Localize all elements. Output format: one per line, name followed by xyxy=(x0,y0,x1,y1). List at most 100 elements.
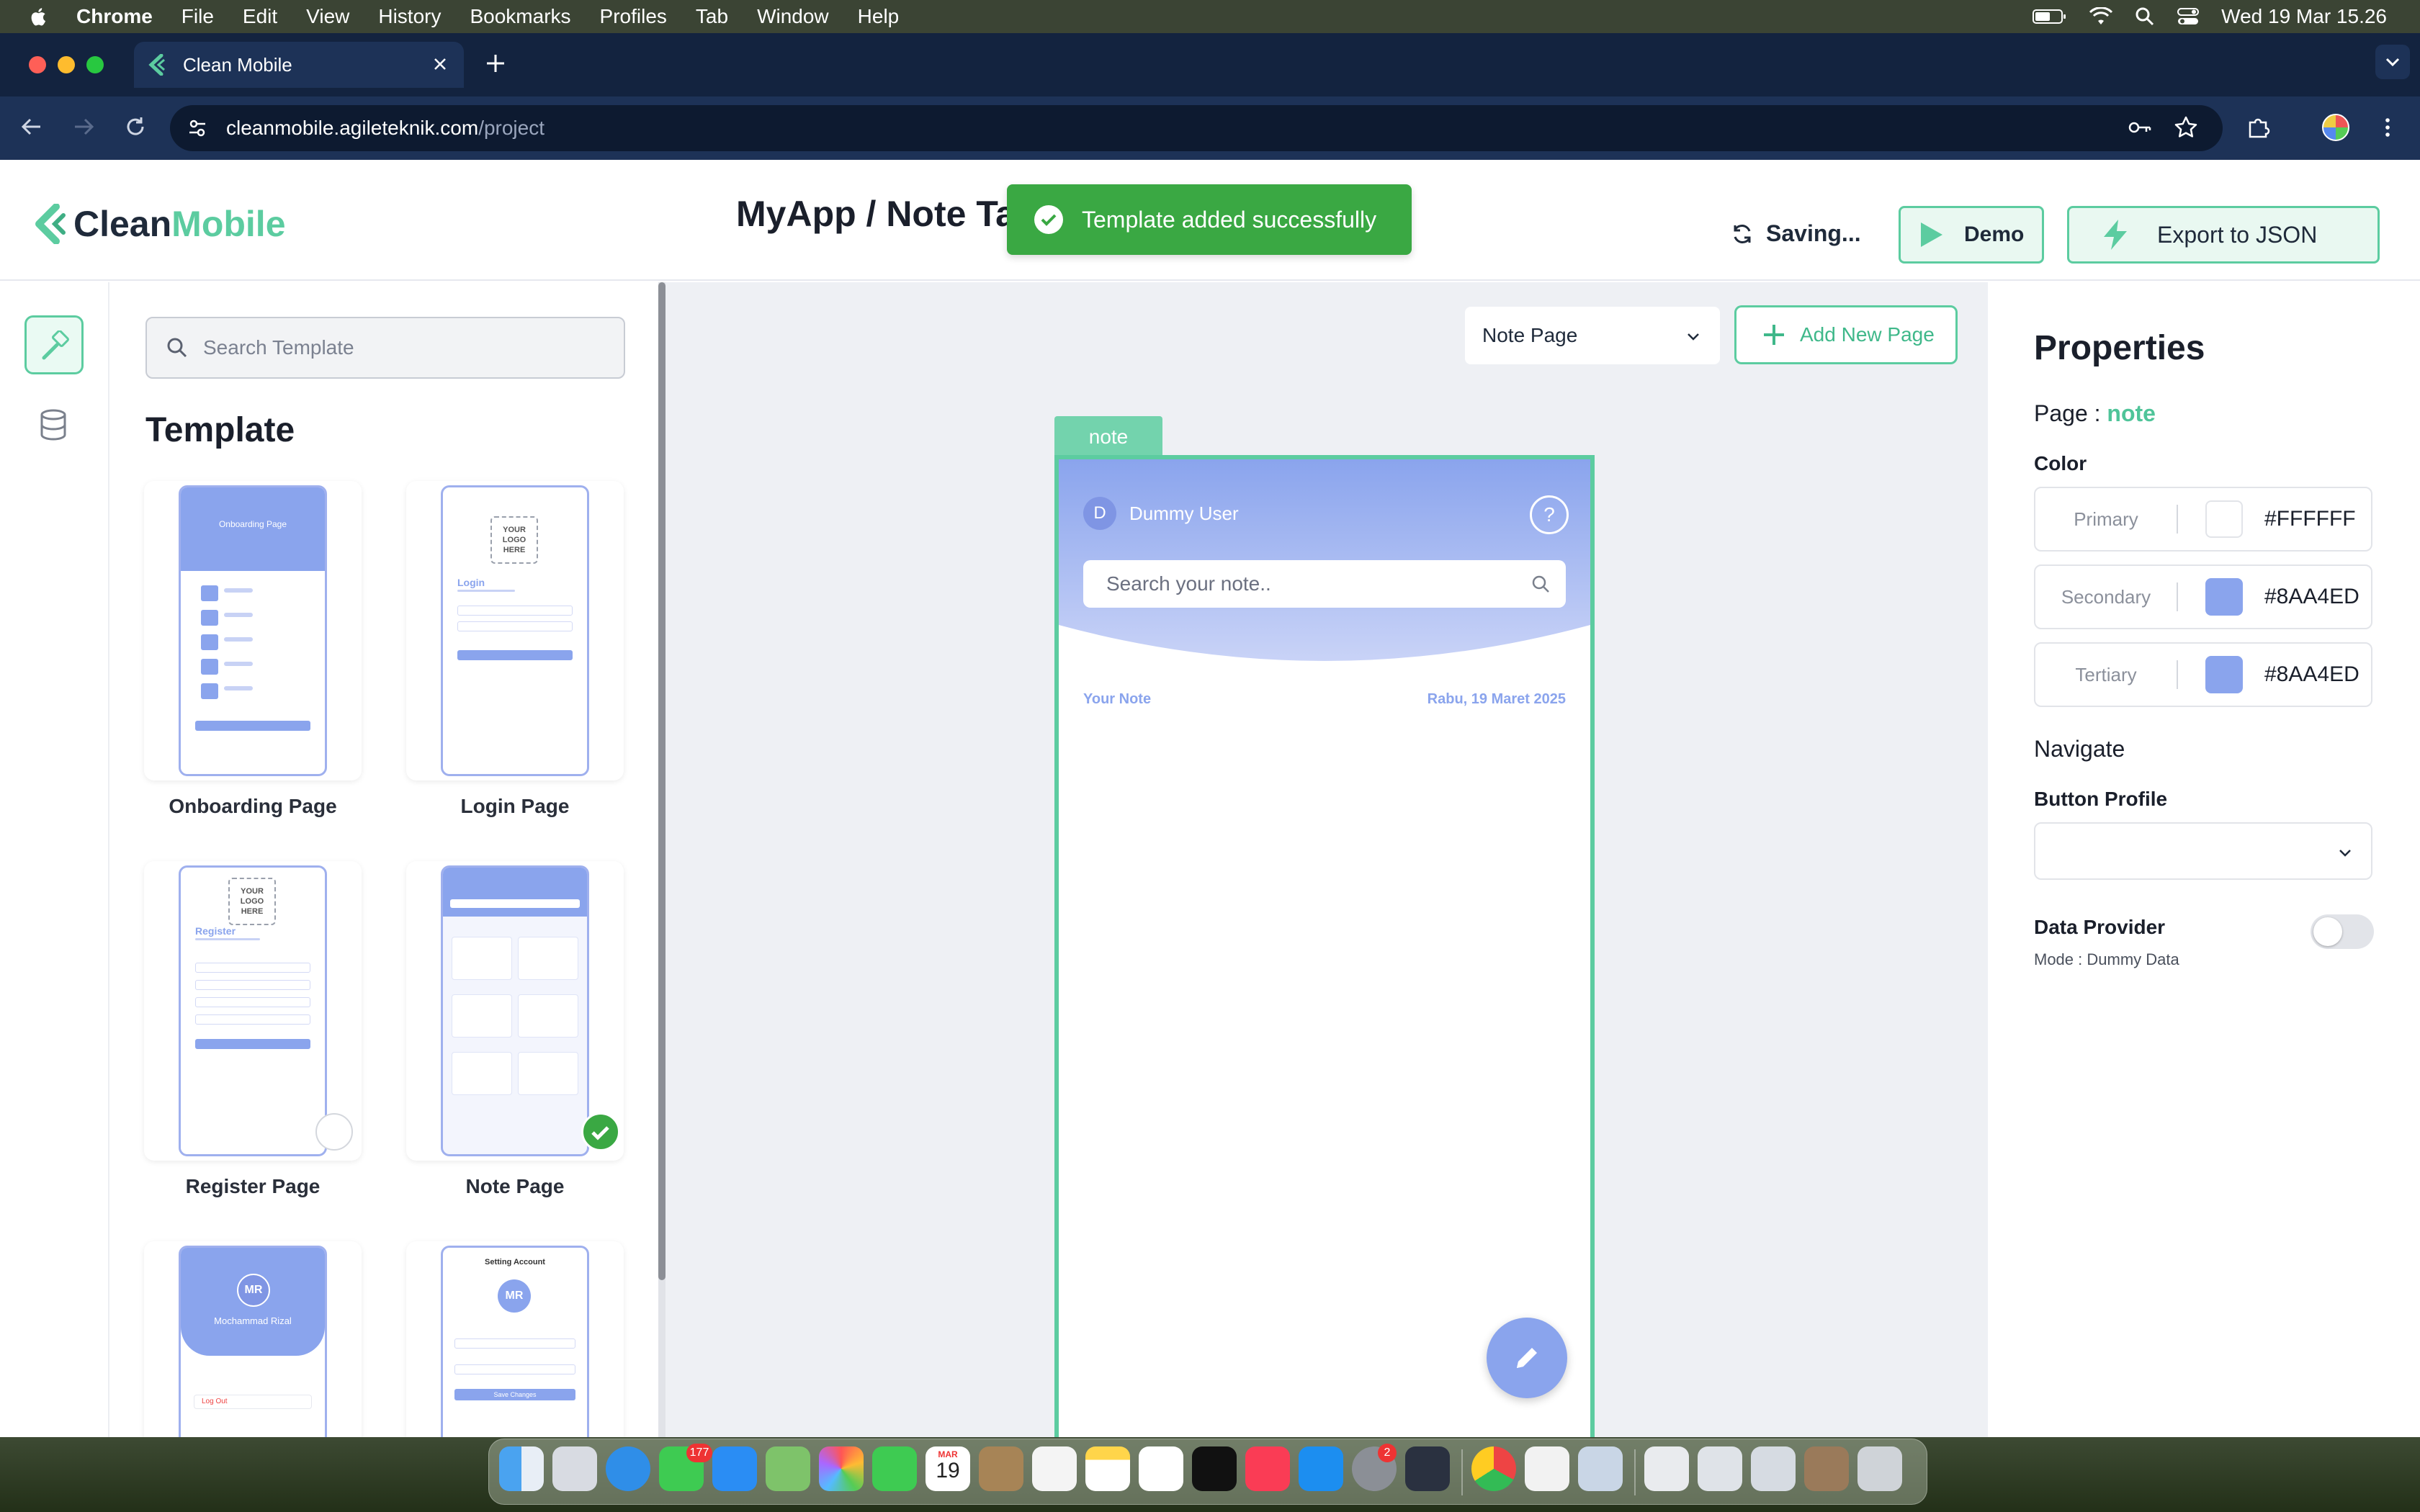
extensions-puzzle-icon[interactable] xyxy=(2244,114,2272,141)
menu-tab[interactable]: Tab xyxy=(696,5,728,28)
menu-app-chrome[interactable]: Chrome xyxy=(76,5,153,28)
template-card-login[interactable]: YOUR LOGO HERE Login Login Page xyxy=(406,481,624,817)
tab-search-button[interactable] xyxy=(2375,45,2410,79)
page-tag-note[interactable]: note xyxy=(1054,416,1162,458)
demo-button[interactable]: Demo xyxy=(1899,206,2044,264)
safari-icon[interactable] xyxy=(606,1446,650,1491)
messages-icon[interactable]: 177 xyxy=(659,1444,712,1491)
color-hex[interactable]: #8AA4ED xyxy=(2264,662,2360,687)
recent-document-icon[interactable] xyxy=(1644,1446,1689,1491)
recent-document-icon[interactable] xyxy=(1751,1446,1796,1491)
color-swatch-tertiary[interactable] xyxy=(2205,656,2243,693)
menubar-clock[interactable]: Wed 19 Mar 15.26 xyxy=(2221,5,2387,28)
template-panel-scrollbar[interactable] xyxy=(658,282,666,1437)
facetime-icon[interactable] xyxy=(872,1446,917,1491)
battery-icon[interactable] xyxy=(2033,8,2067,25)
tab-close-icon[interactable] xyxy=(429,53,451,75)
data-provider-toggle[interactable] xyxy=(2311,914,2374,949)
window-minimize-button[interactable] xyxy=(58,56,75,73)
control-center-icon[interactable] xyxy=(2177,6,2200,27)
spotlight-search-icon[interactable] xyxy=(2135,6,2155,27)
recent-document-icon[interactable] xyxy=(1698,1446,1742,1491)
menu-history[interactable]: History xyxy=(378,5,441,28)
phone-search-field[interactable]: Search your note.. xyxy=(1083,560,1566,608)
recent-photo-icon[interactable] xyxy=(1804,1446,1849,1491)
finder-icon[interactable] xyxy=(499,1446,544,1491)
apple-tv-icon[interactable] xyxy=(1192,1446,1237,1491)
color-row-tertiary[interactable]: Tertiary #8AA4ED xyxy=(2034,642,2372,707)
notes-icon[interactable] xyxy=(1085,1446,1130,1491)
thumb-field xyxy=(195,980,310,990)
menu-window[interactable]: Window xyxy=(757,5,829,28)
forward-arrow-icon[interactable] xyxy=(71,114,97,140)
builder-tool-button[interactable] xyxy=(24,315,84,374)
template-search-input[interactable] xyxy=(203,336,606,359)
window-close-button[interactable] xyxy=(29,56,46,73)
color-swatch-secondary[interactable] xyxy=(2205,578,2243,616)
color-swatch-primary[interactable] xyxy=(2205,500,2243,538)
phone-add-note-fab[interactable] xyxy=(1487,1318,1567,1398)
reload-icon[interactable] xyxy=(122,114,148,140)
calendar-icon[interactable]: MAR 19 xyxy=(926,1446,970,1491)
template-card-setting-account[interactable]: Setting Account MR Save Changes xyxy=(406,1241,624,1437)
template-search-field[interactable] xyxy=(145,317,625,379)
add-new-page-button[interactable]: Add New Page xyxy=(1734,305,1958,364)
browser-menu-kebab-icon[interactable] xyxy=(2374,114,2401,141)
freeform-icon[interactable] xyxy=(1139,1446,1183,1491)
chrome-icon[interactable] xyxy=(1471,1446,1516,1491)
clean-mobile-logo[interactable]: Clean Mobile xyxy=(33,203,286,245)
template-card-profile[interactable]: MR Mochammad Rizal Log Out xyxy=(144,1241,362,1437)
window-zoom-button[interactable] xyxy=(86,56,104,73)
database-icon[interactable] xyxy=(37,408,69,442)
reminders-icon[interactable] xyxy=(1032,1446,1077,1491)
contacts-icon[interactable] xyxy=(979,1446,1023,1491)
template-select-radio[interactable] xyxy=(315,1113,353,1151)
phone-preview[interactable]: D Dummy User ? Search your note.. Your N… xyxy=(1054,455,1595,1437)
template-card-note[interactable]: Note Page xyxy=(406,861,624,1197)
preview-icon[interactable] xyxy=(1578,1446,1623,1491)
launchpad-icon[interactable] xyxy=(552,1446,597,1491)
apple-menu-icon[interactable] xyxy=(27,5,50,28)
page-select-dropdown[interactable]: Note Page xyxy=(1465,307,1720,364)
menu-view[interactable]: View xyxy=(306,5,349,28)
color-hex[interactable]: #8AA4ED xyxy=(2264,585,2360,609)
button-profile-select[interactable] xyxy=(2034,822,2372,880)
color-row-primary[interactable]: Primary #FFFFFF xyxy=(2034,487,2372,552)
trash-icon[interactable] xyxy=(1857,1446,1902,1491)
photos-icon[interactable] xyxy=(819,1446,864,1491)
menu-profiles[interactable]: Profiles xyxy=(600,5,667,28)
system-settings-icon[interactable]: 2 xyxy=(1352,1444,1397,1491)
profile-avatar[interactable] xyxy=(2322,114,2349,141)
new-tab-icon[interactable] xyxy=(483,50,508,76)
template-card-register[interactable]: YOUR LOGO HERE Register Register Page xyxy=(144,861,362,1197)
password-key-icon[interactable] xyxy=(2126,114,2154,141)
color-row-secondary[interactable]: Secondary #8AA4ED xyxy=(2034,564,2372,629)
maps-icon[interactable] xyxy=(766,1446,810,1491)
bookmark-star-icon[interactable] xyxy=(2172,114,2200,141)
menu-bookmarks[interactable]: Bookmarks xyxy=(470,5,570,28)
color-hex[interactable]: #FFFFFF xyxy=(2264,507,2356,531)
textedit-icon[interactable] xyxy=(1525,1446,1569,1491)
site-settings-icon[interactable] xyxy=(186,117,209,140)
music-icon[interactable] xyxy=(1245,1446,1290,1491)
export-json-button[interactable]: Export to JSON xyxy=(2067,206,2380,264)
app-store-icon[interactable] xyxy=(1299,1446,1343,1491)
menu-file[interactable]: File xyxy=(182,5,214,28)
left-tool-rail xyxy=(0,282,109,1437)
browser-tab-active[interactable]: Clean Mobile xyxy=(134,42,464,88)
iphone-mirroring-icon[interactable] xyxy=(1405,1446,1450,1491)
template-selected-check[interactable] xyxy=(581,1112,620,1151)
back-arrow-icon[interactable] xyxy=(19,114,45,140)
success-toast: Template added successfully xyxy=(1007,184,1412,255)
address-bar[interactable]: cleanmobile.agileteknik.com/project xyxy=(170,105,2223,151)
menu-edit[interactable]: Edit xyxy=(243,5,277,28)
phone-avatar[interactable]: D xyxy=(1083,497,1116,530)
phone-search-placeholder: Search your note.. xyxy=(1106,572,1271,595)
wifi-icon[interactable] xyxy=(2089,7,2113,26)
phone-help-button[interactable]: ? xyxy=(1530,495,1569,534)
template-card-onboarding[interactable]: Onboarding Page Onboarding Page xyxy=(144,481,362,817)
menu-help[interactable]: Help xyxy=(858,5,900,28)
mail-icon[interactable] xyxy=(712,1446,757,1491)
pencil-icon xyxy=(1517,1348,1537,1368)
scrollbar-thumb[interactable] xyxy=(658,282,666,1280)
